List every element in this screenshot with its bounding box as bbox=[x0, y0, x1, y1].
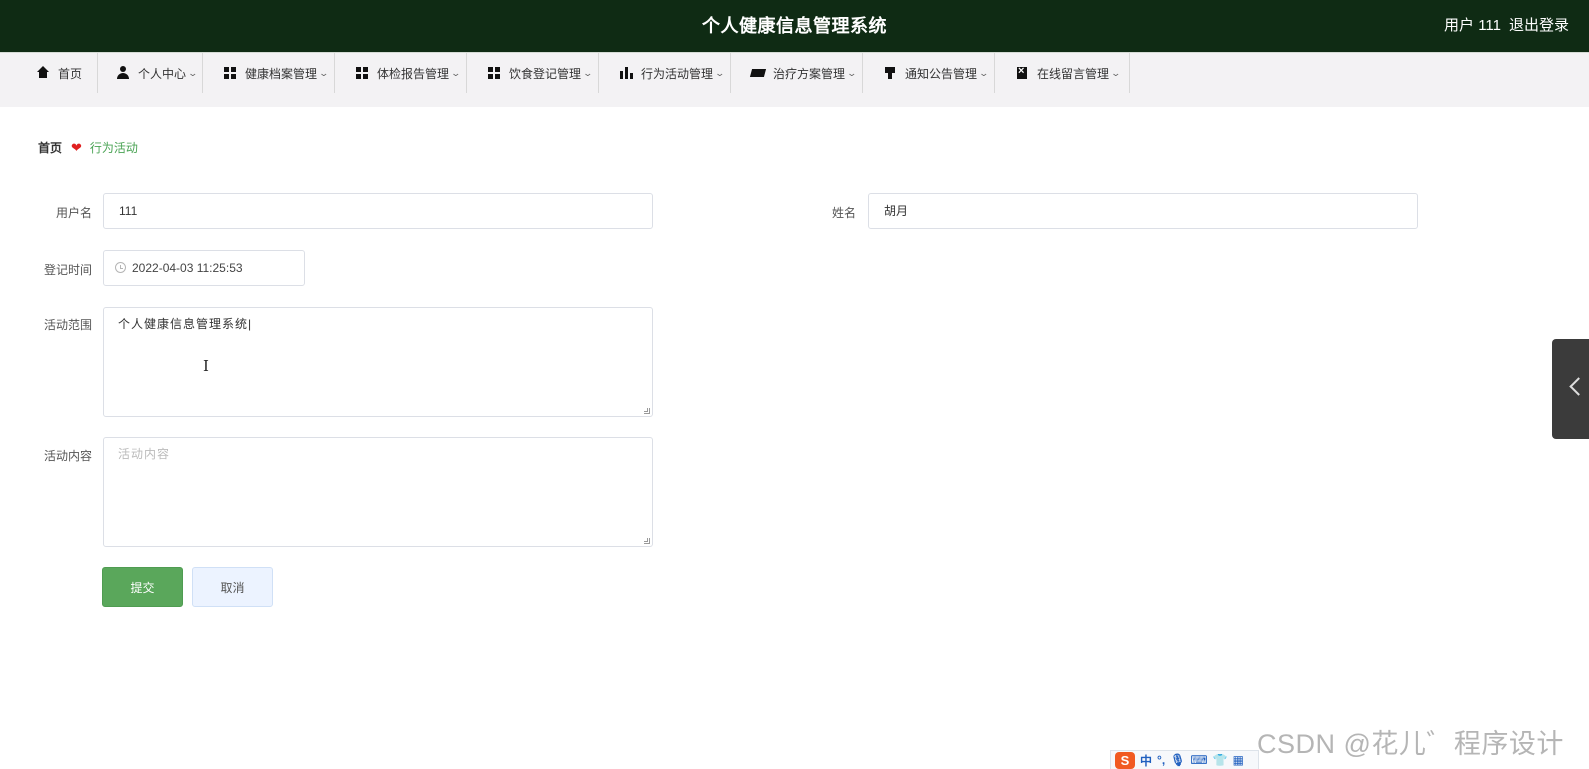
username-field[interactable]: 111 bbox=[103, 193, 653, 229]
current-user-label: 用户 111 bbox=[1444, 17, 1501, 34]
activity-scope-label: 活动范围 bbox=[43, 318, 92, 332]
resize-handle-icon[interactable] bbox=[644, 538, 650, 544]
nav-item-label: 在线留言管理 bbox=[1037, 66, 1110, 81]
chevron-down-icon: ⌄ bbox=[846, 67, 858, 78]
bar-chart-icon bbox=[619, 66, 633, 80]
breadcrumb: 首页 ❤ 行为活动 bbox=[38, 139, 138, 156]
chevron-down-icon: ⌄ bbox=[187, 67, 199, 78]
clock-icon bbox=[115, 262, 126, 273]
chevron-left-icon bbox=[1569, 377, 1588, 396]
register-time-label: 登记时间 bbox=[43, 263, 92, 277]
grid-icon bbox=[223, 66, 237, 80]
brush-icon bbox=[883, 66, 897, 80]
nav-item-announcements[interactable]: 通知公告管理 ⌄ bbox=[863, 53, 995, 93]
watermark: CSDN @花儿゛程序设计 bbox=[1257, 729, 1564, 759]
microphone-icon[interactable]: 🎙 bbox=[1170, 753, 1185, 767]
nav-item-label: 饮食登记管理 bbox=[509, 66, 582, 81]
nav-item-behavior-activities[interactable]: 行为活动管理 ⌄ bbox=[599, 53, 731, 93]
nav-item-health-records[interactable]: 健康档案管理 ⌄ bbox=[203, 53, 335, 93]
submit-button[interactable]: 提交 bbox=[102, 567, 183, 607]
nav-item-label: 个人中心 bbox=[138, 66, 187, 81]
chevron-down-icon: ⌄ bbox=[714, 67, 726, 78]
activity-content-label: 活动内容 bbox=[43, 449, 92, 463]
cancel-button[interactable]: 取消 bbox=[192, 567, 273, 607]
nav-item-home[interactable]: 首页 bbox=[28, 53, 98, 93]
logout-link[interactable]: 退出登录 bbox=[1509, 0, 1569, 52]
skin-icon[interactable]: 👕 bbox=[1213, 753, 1228, 767]
home-icon bbox=[36, 66, 50, 80]
ime-logo: S bbox=[1115, 751, 1135, 769]
chevron-down-icon: ⌄ bbox=[1110, 67, 1122, 78]
side-panel-toggle[interactable] bbox=[1552, 339, 1589, 439]
chevron-down-icon: ⌄ bbox=[978, 67, 990, 78]
activity-scope-textarea[interactable]: 个人健康信息管理系统| bbox=[103, 307, 653, 417]
resize-handle-icon[interactable] bbox=[644, 408, 650, 414]
ime-toolbar[interactable]: S 中 °, 🎙 ⌨ 👕 ▦ bbox=[1110, 750, 1259, 769]
grid-icon bbox=[487, 66, 501, 80]
nav-item-checkup-reports[interactable]: 体检报告管理 ⌄ bbox=[335, 53, 467, 93]
nav-item-label: 体检报告管理 bbox=[377, 66, 450, 81]
chevron-down-icon: ⌄ bbox=[450, 67, 462, 78]
nav-item-label: 行为活动管理 bbox=[641, 66, 714, 81]
nav-item-label: 治疗方案管理 bbox=[773, 66, 846, 81]
activity-content-textarea[interactable]: 活动内容 bbox=[103, 437, 653, 547]
grid-icon bbox=[355, 66, 369, 80]
clipboard-icon bbox=[1015, 65, 1029, 80]
nav-item-treatment-plans[interactable]: 治疗方案管理 ⌄ bbox=[731, 53, 863, 93]
mouse-text-cursor-icon: I bbox=[203, 357, 209, 375]
nav-item-personal-center[interactable]: 个人中心 ⌄ bbox=[98, 53, 203, 93]
username-label: 用户名 bbox=[55, 206, 92, 220]
activity-content-placeholder: 活动内容 bbox=[118, 447, 171, 461]
site-title: 个人健康信息管理系统 bbox=[702, 16, 887, 36]
name-value: 胡月 bbox=[884, 204, 909, 218]
nav-item-diet-records[interactable]: 饮食登记管理 ⌄ bbox=[467, 53, 599, 93]
username-value: 111 bbox=[119, 204, 138, 218]
main-nav: 首页 个人中心 ⌄ 健康档案管理 ⌄ 体检报告管理 ⌄ 饮食登记管理 ⌄ 行为活… bbox=[0, 53, 1589, 107]
grid-menu-icon[interactable]: ▦ bbox=[1233, 753, 1244, 767]
name-label: 姓名 bbox=[831, 206, 856, 220]
top-header: 个人健康信息管理系统 用户 111 退出登录 bbox=[0, 0, 1589, 52]
nav-item-label: 健康档案管理 bbox=[245, 66, 318, 81]
nav-item-label: 通知公告管理 bbox=[905, 66, 978, 81]
register-time-picker[interactable]: 2022-04-03 11:25:53 bbox=[103, 250, 305, 286]
keyboard-icon[interactable]: ⌨ bbox=[1190, 753, 1207, 767]
nav-item-online-messages[interactable]: 在线留言管理 ⌄ bbox=[995, 53, 1130, 93]
chevron-down-icon: ⌄ bbox=[318, 67, 330, 78]
breadcrumb-current: 行为活动 bbox=[89, 141, 138, 155]
user-icon bbox=[116, 66, 130, 80]
ime-mode-indicator[interactable]: 中 bbox=[1140, 752, 1152, 769]
nav-item-label: 首页 bbox=[58, 66, 83, 81]
activity-scope-value: 个人健康信息管理系统| bbox=[118, 317, 253, 331]
ticket-icon bbox=[751, 66, 765, 80]
breadcrumb-home[interactable]: 首页 bbox=[38, 139, 62, 156]
heart-icon: ❤ bbox=[71, 139, 82, 155]
punctuation-icon[interactable]: °, bbox=[1157, 753, 1165, 767]
register-time-value: 2022-04-03 11:25:53 bbox=[132, 261, 243, 275]
chevron-down-icon: ⌄ bbox=[582, 67, 594, 78]
name-field[interactable]: 胡月 bbox=[868, 193, 1418, 229]
